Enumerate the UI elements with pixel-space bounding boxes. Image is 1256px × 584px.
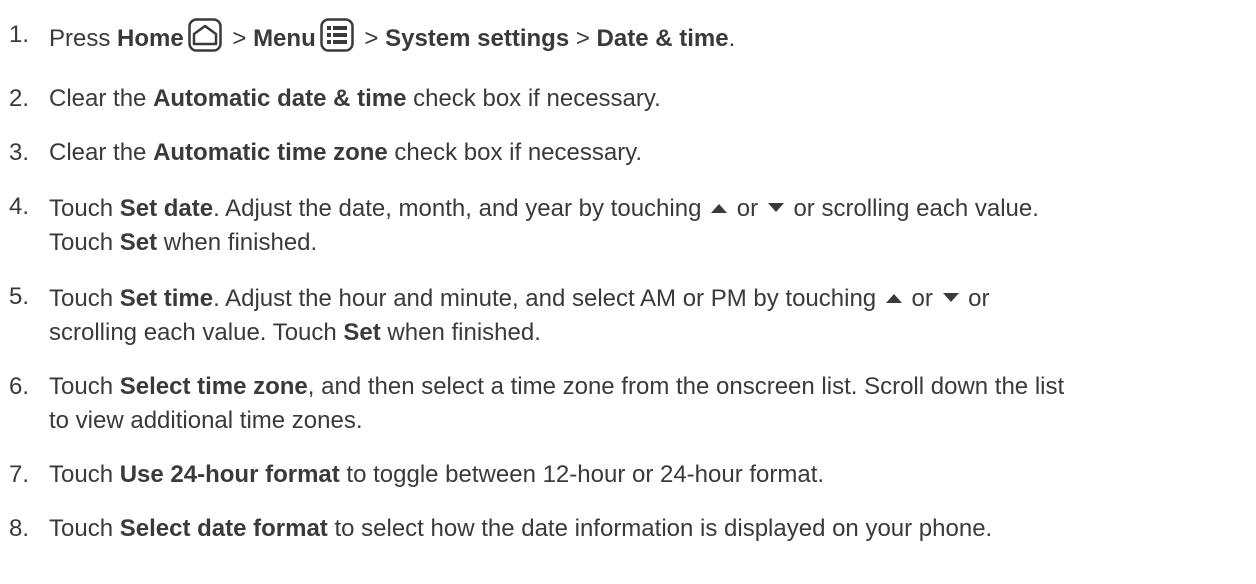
bold-term-select-time-zone: Select time zone — [119, 373, 308, 400]
text-segment: or scrolling each value. — [786, 195, 1039, 222]
text-segment: Touch — [49, 195, 120, 222]
text-segment: , and then select a time zone from the o… — [307, 373, 1065, 400]
document-page: 1. Press Home > Menu > System settings >… — [0, 0, 1256, 584]
step-number: 6. — [9, 373, 30, 400]
step-1: 1. Press Home > Menu > System settings >… — [0, 18, 1256, 62]
step-text: Touch Set time. Adjust the hour and minu… — [49, 280, 1256, 350]
step-number: 1. — [9, 21, 30, 48]
bold-term-set: Set — [119, 229, 158, 256]
step-text: Press Home > Menu > System settings > Da… — [49, 18, 1256, 62]
step-number: 5. — [9, 283, 30, 310]
up-triangle-icon — [710, 190, 728, 224]
text-segment: to toggle between 12-hour or 24-hour for… — [339, 461, 825, 488]
instruction-list: 1. Press Home > Menu > System settings >… — [0, 18, 1256, 546]
text-segment: > — [569, 25, 597, 52]
text-segment: to select how the date information is di… — [327, 515, 993, 542]
step-7: 7. Touch Use 24-hour format to toggle be… — [0, 458, 1256, 492]
text-segment: Touch — [49, 461, 120, 488]
step-6: 6. Touch Select time zone, and then sele… — [0, 370, 1256, 438]
text-segment: . Adjust the hour and minute, and select… — [213, 285, 883, 312]
bold-term-date-time: Date & time — [596, 25, 729, 52]
bold-term-select-date-format: Select date format — [119, 515, 328, 542]
bold-term-set: Set — [343, 319, 381, 346]
bold-term-home: Home — [117, 25, 184, 52]
text-segment: or — [961, 285, 990, 312]
text-segment: when finished. — [157, 229, 318, 256]
up-triangle-icon — [885, 280, 903, 314]
text-segment: Clear the — [49, 85, 154, 112]
step-2: 2. Clear the Automatic date & time check… — [0, 82, 1256, 116]
step-number: 8. — [9, 515, 30, 542]
text-segment: . — [728, 25, 736, 52]
text-segment: Clear the — [49, 139, 154, 166]
text-segment: or — [730, 195, 765, 222]
step-text: Touch Set date. Adjust the date, month, … — [49, 190, 1256, 260]
text-segment: Touch — [49, 285, 120, 312]
text-segment: Press — [49, 25, 118, 52]
bold-term-use-24-hour-format: Use 24-hour format — [119, 461, 340, 488]
step-4: 4. Touch Set date. Adjust the date, mont… — [0, 190, 1256, 260]
text-segment: > — [225, 25, 254, 52]
step-text: Clear the Automatic date & time check bo… — [49, 82, 1256, 116]
step-text: Clear the Automatic time zone check box … — [49, 136, 1256, 170]
step-number: 2. — [9, 85, 30, 112]
text-segment: scrolling each value. Touch — [49, 319, 344, 346]
bold-term-automatic-time-zone: Automatic time zone — [153, 139, 388, 166]
bold-term-set-date: Set date — [119, 195, 214, 222]
down-triangle-icon — [767, 190, 785, 224]
text-segment: Touch — [49, 373, 120, 400]
text-segment: to view additional time zones. — [49, 407, 363, 434]
home-icon — [187, 18, 222, 62]
step-text: Touch Use 24-hour format to toggle betwe… — [49, 458, 1256, 492]
text-segment: or — [904, 285, 940, 312]
down-triangle-icon — [942, 280, 960, 314]
text-segment: . Adjust the date, month, and year by to… — [213, 195, 709, 222]
step-number: 7. — [9, 461, 30, 488]
text-segment: Touch — [49, 515, 120, 542]
bold-term-set-time: Set time — [119, 285, 214, 312]
menu-icon — [319, 18, 354, 62]
step-text: Touch Select date format to select how t… — [49, 512, 1256, 546]
text-segment: when finished. — [380, 319, 541, 346]
bold-term-system-settings: System settings — [385, 25, 570, 52]
text-segment: > — [357, 25, 386, 52]
step-8: 8. Touch Select date format to select ho… — [0, 512, 1256, 546]
text-segment: Touch — [49, 229, 120, 256]
bold-term-menu: Menu — [253, 25, 316, 52]
step-text: Touch Select time zone, and then select … — [49, 370, 1256, 438]
bold-term-automatic-date-time: Automatic date & time — [153, 85, 407, 112]
step-3: 3. Clear the Automatic time zone check b… — [0, 136, 1256, 170]
text-segment: check box if necessary. — [406, 85, 661, 112]
step-number: 4. — [9, 193, 30, 220]
text-segment: check box if necessary. — [387, 139, 643, 166]
step-5: 5. Touch Set time. Adjust the hour and m… — [0, 280, 1256, 350]
step-number: 3. — [9, 139, 30, 166]
